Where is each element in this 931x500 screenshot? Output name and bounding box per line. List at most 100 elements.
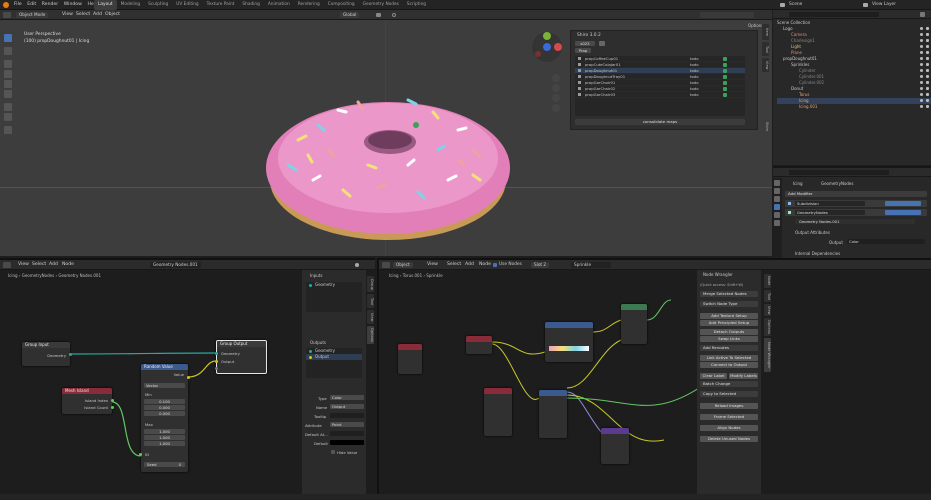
node-group-output[interactable]: Group Output Geometry Output	[215, 340, 267, 374]
eye-icon[interactable]	[920, 69, 923, 72]
tab-geometry-nodes[interactable]: Geometry Nodes	[359, 0, 403, 10]
tab-animation[interactable]: Animation	[264, 0, 294, 10]
nw-title[interactable]: Node Wrangler	[703, 272, 733, 277]
nw-add-texture-button[interactable]: Add Texture Setup	[700, 313, 758, 319]
outputs-header[interactable]: Outputs	[310, 340, 326, 345]
nw-add-reroutes-button[interactable]: Add Reroutes	[700, 345, 758, 351]
socket-id[interactable]	[139, 453, 142, 456]
shader-node-math[interactable]	[539, 390, 567, 438]
socket-geometry[interactable]	[69, 353, 72, 356]
render-icon[interactable]	[926, 75, 929, 78]
list-item[interactable]: Output	[306, 354, 362, 360]
pan-hand-icon[interactable]	[552, 84, 560, 92]
menu-window[interactable]: Window	[64, 0, 82, 10]
modifier-toggles[interactable]	[885, 210, 921, 215]
mode-select[interactable]: Object Mode	[16, 12, 49, 18]
donut-model[interactable]	[258, 70, 518, 250]
eye-icon[interactable]	[920, 57, 923, 60]
internal-deps-label[interactable]: Internal Dependencies	[795, 251, 840, 256]
tab-tool[interactable]: Tool	[762, 42, 769, 56]
editor-type-icon[interactable]	[3, 12, 11, 18]
tool-tab-icon[interactable]	[774, 180, 780, 186]
node-mesh-island[interactable]: Mesh Island Island Index Island Count	[62, 388, 114, 414]
cursor-tool-icon[interactable]	[4, 47, 12, 55]
max-x[interactable]: 1.000	[144, 429, 185, 434]
eye-icon[interactable]	[920, 51, 923, 54]
transform-tool-icon[interactable]	[4, 90, 12, 98]
annotate-tool-icon[interactable]	[4, 103, 12, 111]
max-z[interactable]: 1.000	[144, 441, 185, 446]
socket-output[interactable]	[215, 360, 218, 363]
tab-view[interactable]: View	[762, 58, 769, 72]
modifier-geometry-nodes[interactable]: GeometryNodes	[785, 209, 927, 216]
outliner-search[interactable]	[789, 12, 879, 17]
viewport-menu-select[interactable]: Select	[76, 10, 90, 20]
shader-node-geometry[interactable]	[484, 388, 512, 436]
socket-value[interactable]	[187, 376, 190, 379]
default-at-field[interactable]	[330, 431, 364, 436]
eye-icon[interactable]	[920, 81, 923, 84]
tab-rendering[interactable]: Rendering	[294, 0, 324, 10]
tooltip-field[interactable]	[330, 413, 364, 418]
socket-island-index[interactable]	[111, 399, 114, 402]
render-icon[interactable]	[926, 63, 929, 66]
measure-tool-icon[interactable]	[4, 113, 12, 121]
nw-add-principled-button[interactable]: Add Principled Setup	[700, 320, 758, 326]
nw-modify-labels-button[interactable]: Modify Labels	[729, 373, 758, 379]
shader-node-colorramp[interactable]	[545, 322, 593, 362]
tab-layout[interactable]: Layout	[94, 0, 117, 10]
list-item[interactable]: Geometry	[306, 282, 362, 288]
render-icon[interactable]	[926, 105, 929, 108]
eye-icon[interactable]	[920, 75, 923, 78]
outliner-filter-icon[interactable]	[920, 12, 925, 17]
hide-value-checkbox[interactable]	[331, 450, 335, 454]
nw-link-active-button[interactable]: Link Active To Selected	[700, 355, 758, 361]
color-ramp-gradient[interactable]	[549, 346, 589, 351]
viewport-3d[interactable]: Object Mode View Select Add Object Globa…	[0, 10, 772, 256]
type-dropdown[interactable]: Vector	[144, 383, 185, 388]
socket-island-count[interactable]	[111, 406, 114, 409]
nw-reload-images-button[interactable]: Reload Images	[700, 403, 758, 409]
max-y[interactable]: 1.000	[144, 435, 185, 440]
render-icon[interactable]	[926, 39, 929, 42]
menu-edit[interactable]: Edit	[27, 0, 36, 10]
viewport-menu-view[interactable]: View	[62, 10, 73, 20]
wrench-tab-icon[interactable]	[774, 204, 780, 210]
inputs-header[interactable]: Inputs	[310, 273, 322, 278]
shiro-field[interactable]: s023	[575, 41, 595, 46]
eye-icon[interactable]	[920, 45, 923, 48]
nw-clear-label-button[interactable]: Clear Label	[700, 373, 727, 379]
node-group-selector[interactable]: Geometry Nodes.001	[795, 219, 915, 224]
modifier-name[interactable]: GeometryNodes	[795, 210, 865, 215]
nw-swap-button[interactable]: Swap Links	[700, 336, 758, 342]
name-field[interactable]: Output	[330, 404, 364, 409]
viewport-menu-add[interactable]: Add	[93, 10, 102, 20]
output-tab-icon[interactable]	[774, 196, 780, 202]
node-group-input[interactable]: Group Input Geometry	[22, 342, 72, 366]
viewport-shading-icons[interactable]	[700, 12, 754, 18]
render-icon[interactable]	[926, 99, 929, 102]
shader-editor[interactable]: Object View Select Add Node Use Nodes Sl…	[377, 258, 931, 496]
se-tab-view[interactable]: View	[764, 304, 771, 316]
properties-search[interactable]	[789, 170, 889, 175]
list-item[interactable]: propGarChair03 todo	[575, 92, 745, 98]
physics-tab-icon[interactable]	[774, 220, 780, 226]
shader-node-attribute[interactable]	[466, 336, 492, 354]
add-modifier-button[interactable]: Add Modifier	[785, 191, 927, 197]
output-attributes-label[interactable]: Output Attributes	[795, 230, 830, 235]
menu-file[interactable]: File	[14, 0, 22, 10]
nw-align-nodes-button[interactable]: Align Nodes	[700, 425, 758, 431]
eye-icon[interactable]	[920, 87, 923, 90]
select-tool-icon[interactable]	[4, 34, 12, 42]
eye-icon[interactable]	[920, 105, 923, 108]
view-layer-name[interactable]: View Layer	[872, 0, 896, 10]
particles-tab-icon[interactable]	[774, 212, 780, 218]
eye-icon[interactable]	[920, 33, 923, 36]
transform-orientation[interactable]: Global	[340, 12, 360, 18]
blender-logo-icon[interactable]	[3, 2, 9, 8]
render-icon[interactable]	[926, 81, 929, 84]
tab-modeling[interactable]: Modeling	[117, 0, 145, 10]
outliner-item[interactable]: Icing.001	[777, 104, 931, 110]
shader-node-principled[interactable]	[621, 304, 647, 344]
proportional-icon[interactable]	[392, 13, 396, 17]
